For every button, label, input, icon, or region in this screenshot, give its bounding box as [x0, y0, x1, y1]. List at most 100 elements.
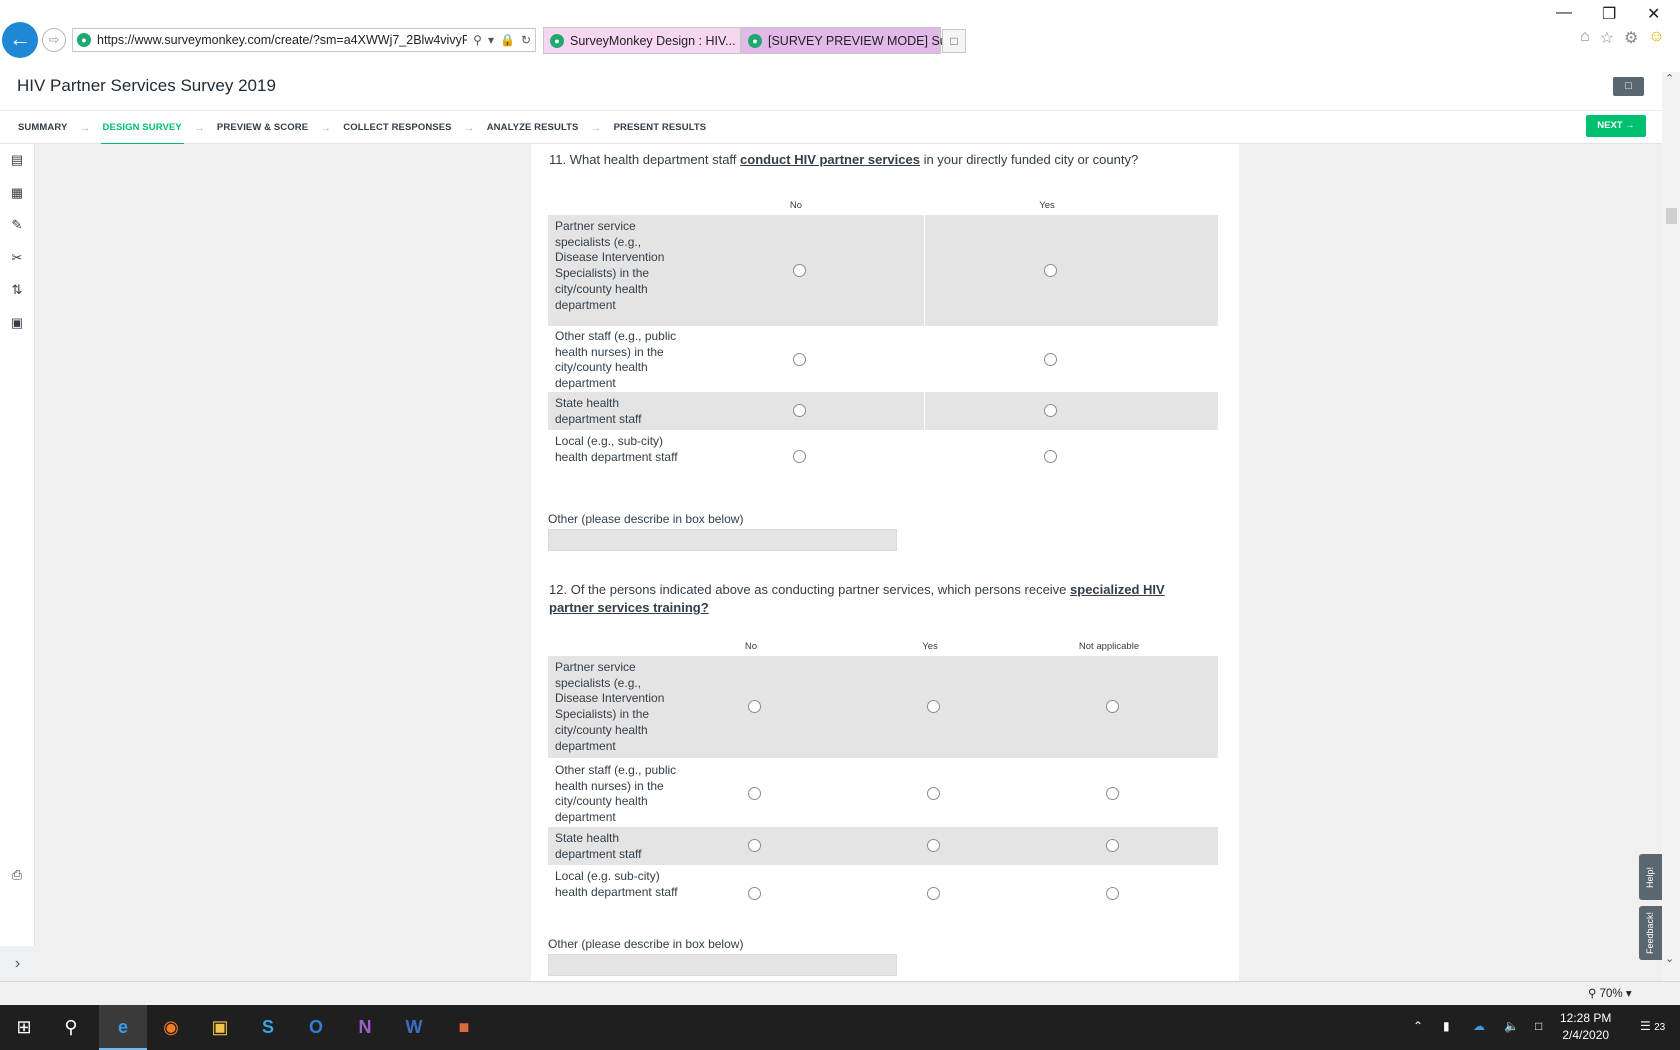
search-icon[interactable]: ⚲ [473, 33, 482, 47]
question-number: 12. [549, 582, 568, 597]
options-sliders-icon[interactable]: ⇅ [9, 282, 25, 298]
next-button[interactable]: NEXT → [1586, 115, 1646, 137]
scroll-up-icon[interactable]: ⌃ [1665, 72, 1674, 85]
print-icon[interactable]: ⎙ [9, 867, 25, 883]
radio-yes[interactable] [927, 887, 940, 900]
table-row: Local (e.g., sub-city) health department… [548, 430, 1218, 482]
lock-icon[interactable]: 🔒 [500, 33, 515, 47]
outlook-icon[interactable]: O [302, 1013, 330, 1041]
radio-yes[interactable] [927, 839, 940, 852]
table-row: Local (e.g. sub-city) health department … [548, 865, 1218, 917]
address-url[interactable]: https://www.surveymonkey.com/create/?sm=… [97, 33, 467, 47]
question-text-prefix: What health department staff [569, 152, 741, 167]
step-analyze-results[interactable]: ANALYZE RESULTS [487, 111, 579, 144]
battery-icon[interactable]: ▮ [1443, 1019, 1450, 1033]
surveymonkey-site-icon: ● [77, 33, 91, 47]
internet-explorer-icon[interactable]: e [109, 1013, 137, 1041]
paint-icon[interactable]: ■ [450, 1013, 478, 1041]
format-layout-icon[interactable]: ▣ [9, 315, 25, 331]
zoom-value: 70% [1599, 988, 1623, 1000]
file-explorer-icon[interactable]: ▣ [206, 1013, 234, 1041]
expand-rail-chevron-icon[interactable]: › [0, 946, 35, 981]
column-header-yes: Yes [922, 641, 938, 652]
radio-yes[interactable] [927, 787, 940, 800]
new-tab-button[interactable]: □ [942, 29, 966, 53]
radio-yes[interactable] [1044, 264, 1057, 277]
smiley-feedback-icon[interactable]: ☺ [1648, 28, 1664, 48]
address-bar[interactable]: ● https://www.surveymonkey.com/create/?s… [72, 28, 536, 52]
show-hidden-icons-chevron-icon[interactable]: ⌃ [1413, 1019, 1423, 1033]
column-header-no: No [789, 200, 803, 211]
radio-no[interactable] [793, 264, 806, 277]
logic-branch-icon[interactable]: ✂ [9, 250, 25, 266]
dropdown-icon[interactable]: ▾ [488, 33, 494, 47]
arrow-right-icon: → [320, 121, 332, 134]
row-label: Local (e.g. sub-city) health department … [555, 869, 678, 899]
word-icon[interactable]: W [400, 1013, 428, 1041]
other-text-input[interactable] [548, 529, 897, 551]
skype-icon[interactable]: S [254, 1013, 282, 1041]
radio-no[interactable] [793, 353, 806, 366]
tab-design[interactable]: ● SurveyMonkey Design : HIV... × [543, 27, 749, 54]
close-window-icon[interactable]: ✕ [1647, 4, 1660, 24]
builder-icon[interactable]: ▦ [9, 185, 25, 201]
question-bank-icon[interactable]: ▤ [9, 152, 25, 168]
settings-gear-icon[interactable]: ⚙ [1624, 28, 1638, 48]
table-row: Partner service specialists (e.g., Disea… [548, 215, 1218, 326]
forward-button[interactable]: ⇨ [42, 28, 66, 52]
step-preview-score[interactable]: PREVIEW & SCORE [217, 111, 308, 144]
radio-not-applicable[interactable] [1106, 787, 1119, 800]
windows-taskbar: ⊞ ⚲ e ◉ ▣ S O N W ■ ⌃ ▮ ☁ 🔈 □ 12:28 PM 2… [0, 1005, 1680, 1050]
action-center-icon[interactable]: ☰ 23 [1640, 1019, 1665, 1033]
radio-not-applicable[interactable] [1106, 839, 1119, 852]
refresh-icon[interactable]: ↻ [521, 33, 531, 47]
comment-icon[interactable]: □ [1613, 77, 1644, 96]
taskbar-clock[interactable]: 12:28 PM 2/4/2020 [1560, 1010, 1611, 1044]
favorites-star-icon[interactable]: ☆ [1600, 28, 1614, 48]
network-icon[interactable]: □ [1535, 1019, 1542, 1033]
radio-not-applicable[interactable] [1106, 700, 1119, 713]
tab-label: SurveyMonkey Design : HIV... [570, 33, 736, 48]
radio-no[interactable] [748, 839, 761, 852]
page-scrollbar[interactable]: ⌃ ⌄ [1662, 72, 1680, 981]
radio-yes[interactable] [1044, 404, 1057, 417]
step-navigation: SUMMARY → DESIGN SURVEY → PREVIEW & SCOR… [0, 110, 1662, 145]
search-icon[interactable]: ⚲ [57, 1013, 85, 1041]
radio-no[interactable] [793, 450, 806, 463]
question-11-title[interactable]: 11. What health department staff conduct… [549, 151, 1209, 169]
other-text-input[interactable] [548, 954, 897, 976]
radio-no[interactable] [748, 700, 761, 713]
windows-start-icon[interactable]: ⊞ [10, 1013, 38, 1041]
zoom-level[interactable]: ⚲ 70% ▾ [1588, 986, 1632, 1000]
question-12-title[interactable]: 12. Of the persons indicated above as co… [549, 581, 1199, 617]
scroll-thumb[interactable] [1666, 208, 1677, 224]
firefox-icon[interactable]: ◉ [157, 1013, 185, 1041]
step-present-results[interactable]: PRESENT RESULTS [614, 111, 707, 144]
step-collect-responses[interactable]: COLLECT RESPONSES [343, 111, 451, 144]
radio-no[interactable] [748, 787, 761, 800]
column-header-not-applicable: Not applicable [1078, 641, 1140, 652]
column-header-yes: Yes [1039, 200, 1055, 211]
next-label: NEXT [1597, 120, 1623, 131]
restore-icon[interactable]: ❐ [1602, 4, 1616, 24]
survey-title[interactable]: HIV Partner Services Survey 2019 [17, 76, 276, 96]
home-icon[interactable]: ⌂ [1580, 28, 1590, 48]
minimize-icon[interactable]: — [1556, 4, 1572, 22]
step-design-survey[interactable]: DESIGN SURVEY [100, 111, 185, 145]
scroll-down-icon[interactable]: ⌄ [1665, 952, 1674, 965]
radio-not-applicable[interactable] [1106, 887, 1119, 900]
step-summary[interactable]: SUMMARY [18, 111, 67, 144]
radio-yes[interactable] [927, 700, 940, 713]
radio-yes[interactable] [1044, 450, 1057, 463]
radio-no[interactable] [793, 404, 806, 417]
onedrive-cloud-icon[interactable]: ☁ [1473, 1019, 1485, 1033]
style-brush-icon[interactable]: ✎ [9, 217, 25, 233]
feedback-tab[interactable]: Feedback! [1639, 906, 1662, 960]
radio-yes[interactable] [1044, 353, 1057, 366]
radio-no[interactable] [748, 887, 761, 900]
onenote-icon[interactable]: N [351, 1013, 379, 1041]
tab-preview[interactable]: ● [SURVEY PREVIEW MODE] Surv... [741, 27, 967, 54]
help-tab[interactable]: Help! [1639, 854, 1662, 900]
volume-icon[interactable]: 🔈 [1504, 1019, 1519, 1033]
back-button[interactable]: ← [2, 22, 38, 58]
